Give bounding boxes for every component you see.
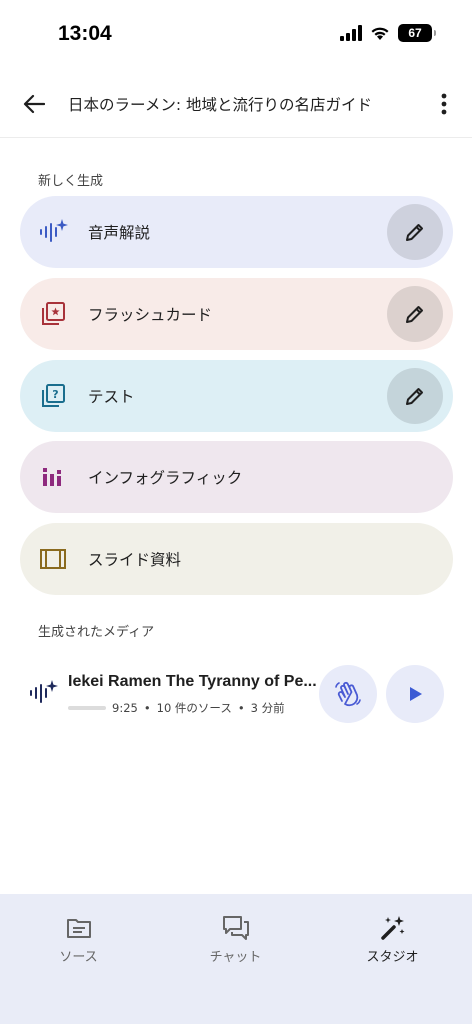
generate-section-label: 新しく生成 (38, 174, 104, 189)
media-meta: 9:25 • 10 件のソース • 3 分前 (68, 700, 285, 716)
back-button[interactable] (18, 88, 50, 120)
generate-quiz-label: テスト (88, 388, 135, 406)
status-icons: 67 (340, 24, 436, 42)
arrow-back-icon (23, 94, 45, 114)
meta-separator: • (237, 701, 245, 715)
nav-studio[interactable]: スタジオ (314, 894, 471, 1024)
generate-slides-card[interactable]: スライド資料 (20, 523, 453, 595)
generate-audio-label: 音声解説 (88, 224, 151, 242)
quiz-icon: ? (38, 381, 68, 411)
status-bar: 13:04 67 (0, 0, 472, 70)
media-section-label: 生成されたメディア (38, 625, 155, 640)
media-duration: 9:25 (112, 701, 138, 715)
playback-progress-bar (68, 706, 106, 710)
nav-sources[interactable]: ソース (0, 894, 157, 1024)
media-title: Iekei Ramen The Tyranny of Pe... (68, 673, 317, 690)
nav-studio-label: スタジオ (366, 950, 419, 965)
svg-text:?: ? (52, 388, 58, 401)
meta-separator: • (143, 701, 151, 715)
more-options-button[interactable] (432, 88, 456, 120)
audio-sparkle-icon (28, 678, 58, 708)
customize-flashcard-button[interactable] (387, 286, 443, 342)
media-age: 3 分前 (250, 701, 285, 715)
infographic-icon (38, 462, 68, 492)
nav-chat[interactable]: チャット (157, 894, 314, 1024)
battery-indicator: 67 (398, 24, 436, 42)
pencil-icon (406, 388, 423, 405)
status-time: 13:04 (58, 22, 112, 45)
flashcard-icon (38, 299, 68, 329)
page-title: 日本のラーメン: 地域と流行りの名店ガイド (68, 96, 373, 114)
customize-audio-button[interactable] (387, 204, 443, 260)
media-item[interactable]: Iekei Ramen The Tyranny of Pe... 9:25 • … (20, 660, 453, 730)
nav-chat-label: チャット (209, 950, 262, 965)
cellular-signal-icon (340, 25, 362, 41)
generate-infographic-card[interactable]: インフォグラフィック (20, 441, 453, 513)
generate-audio-card[interactable]: 音声解説 (20, 196, 453, 268)
app-header: 日本のラーメン: 地域と流行りの名店ガイド (0, 70, 472, 138)
chat-icon (221, 914, 251, 942)
generate-quiz-card[interactable]: ? テスト (20, 360, 453, 432)
media-sources: 10 件のソース (156, 701, 232, 715)
audio-sparkle-icon (38, 217, 68, 247)
studio-icon (378, 914, 408, 942)
pencil-icon (406, 224, 423, 241)
play-button[interactable] (386, 665, 444, 723)
nav-sources-label: ソース (59, 950, 98, 965)
more-vert-icon (441, 93, 447, 115)
pencil-icon (406, 306, 423, 323)
slides-icon (38, 544, 68, 574)
generate-flashcard-card[interactable]: フラッシュカード (20, 278, 453, 350)
sources-icon (64, 914, 94, 942)
wave-hand-icon (335, 681, 361, 707)
generate-slides-label: スライド資料 (88, 551, 182, 569)
interactive-mode-button[interactable] (319, 665, 377, 723)
generate-infographic-label: インフォグラフィック (88, 469, 243, 487)
wifi-icon (371, 27, 389, 40)
bottom-navigation: ソース チャット スタジオ (0, 894, 472, 1024)
play-icon (410, 687, 422, 701)
generate-flashcard-label: フラッシュカード (88, 306, 213, 324)
customize-quiz-button[interactable] (387, 368, 443, 424)
